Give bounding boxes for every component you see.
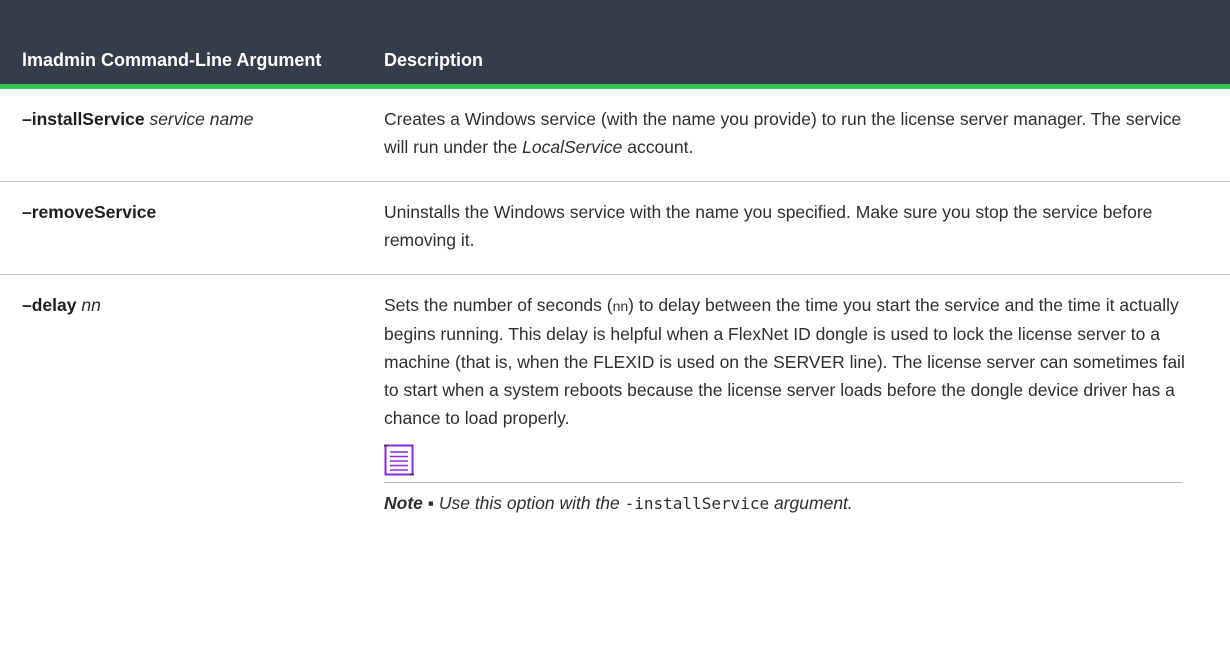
- table-header-row: lmadmin Command-Line Argument Descriptio…: [0, 0, 1230, 84]
- note-divider: [384, 482, 1182, 483]
- description-paragraph: Sets the number of seconds (nn) to delay…: [384, 291, 1190, 432]
- note-code: -installService: [624, 494, 770, 513]
- argument-cell: –installService service name: [0, 89, 372, 182]
- argument-name: –delay: [22, 295, 77, 315]
- argument-cell: –delay nn: [0, 275, 372, 539]
- argument-cell: –removeService: [0, 181, 372, 275]
- description-text: account.: [622, 137, 694, 157]
- note-block: Note ▪ Use this option with the -install…: [384, 444, 1190, 518]
- description-cell: Uninstalls the Windows service with the …: [372, 181, 1230, 275]
- argument-parameter: nn: [81, 295, 101, 315]
- column-header-argument: lmadmin Command-Line Argument: [22, 50, 322, 70]
- column-header-description: Description: [384, 50, 484, 70]
- description-small-text: nn: [612, 298, 629, 314]
- description-text: Sets the number of seconds (: [384, 295, 613, 315]
- description-text: Creates a Windows service (with the name…: [384, 109, 1182, 157]
- description-cell: Sets the number of seconds (nn) to delay…: [372, 275, 1230, 539]
- arguments-table: lmadmin Command-Line Argument Descriptio…: [0, 0, 1230, 538]
- note-text: Note ▪ Use this option with the -install…: [384, 489, 1190, 518]
- argument-parameter: service name: [149, 109, 254, 129]
- table-row: –installService service name Creates a W…: [0, 89, 1230, 182]
- note-text-after: argument.: [769, 493, 853, 513]
- argument-name: –installService: [22, 109, 145, 129]
- argument-name: –removeService: [22, 202, 157, 222]
- note-text-before: Use this option with the: [433, 493, 625, 513]
- table-row: –removeService Uninstalls the Windows se…: [0, 181, 1230, 275]
- description-cell: Creates a Windows service (with the name…: [372, 89, 1230, 182]
- description-emphasis: LocalService: [522, 137, 623, 157]
- table-row: –delay nn Sets the number of seconds (nn…: [0, 275, 1230, 539]
- description-text: Uninstalls the Windows service with the …: [384, 202, 1153, 250]
- note-label: Note ▪: [384, 493, 434, 513]
- note-icon: [384, 444, 414, 476]
